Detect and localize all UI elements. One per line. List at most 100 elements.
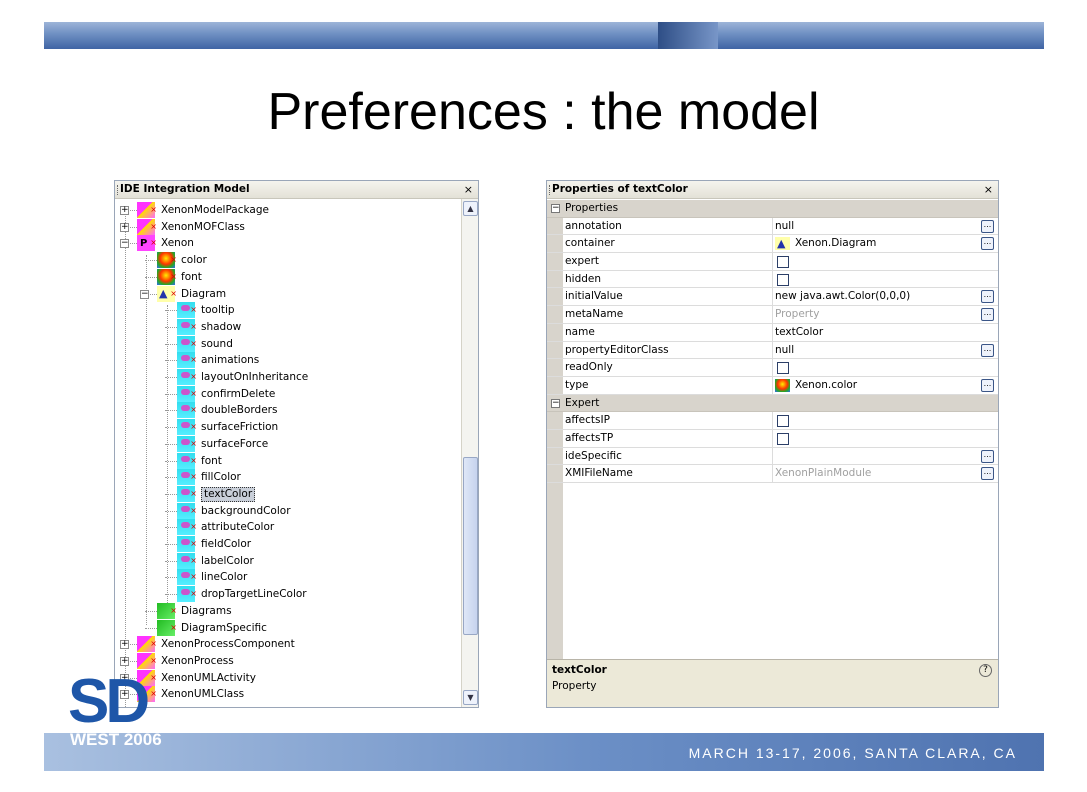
tree-node-confirmdelete[interactable]: × confirmDelete bbox=[115, 385, 455, 403]
tree-node-surfacefriction[interactable]: × surfaceFriction bbox=[115, 419, 455, 436]
property-checkbox[interactable] bbox=[777, 273, 789, 286]
property-icon: × bbox=[177, 586, 197, 603]
row-gutter bbox=[547, 412, 563, 429]
collapse-icon[interactable]: − bbox=[551, 398, 560, 408]
tree-node-xenonmodelpackage[interactable]: + × XenonModelPackage bbox=[115, 202, 455, 219]
expand-icon[interactable]: + bbox=[120, 640, 129, 650]
close-icon[interactable]: × bbox=[984, 181, 993, 198]
tree-node-label: Diagram bbox=[181, 287, 227, 300]
property-value[interactable]: new java.awt.Color(0,0,0) bbox=[775, 290, 910, 302]
tree-node-labelcolor[interactable]: × labelColor bbox=[115, 552, 455, 570]
property-row-idespecific[interactable]: ideSpecific... bbox=[547, 447, 998, 466]
ellipsis-button[interactable]: ... bbox=[981, 308, 994, 322]
tree-node-doubleborders[interactable]: × doubleBorders bbox=[115, 402, 455, 419]
ellipsis-button[interactable]: ... bbox=[981, 343, 994, 357]
property-row-hidden[interactable]: hidden bbox=[547, 270, 998, 289]
ellipsis-button[interactable]: ... bbox=[981, 449, 994, 463]
property-row-type[interactable]: type Xenon.color... bbox=[547, 376, 998, 395]
property-value[interactable]: Xenon.color bbox=[795, 379, 857, 391]
tree-node-label: lineColor bbox=[201, 571, 248, 584]
tree-connector-line bbox=[165, 477, 177, 479]
property-row-annotation[interactable]: annotation null... bbox=[547, 217, 998, 236]
category-expert[interactable]: − Expert bbox=[547, 394, 998, 413]
property-checkbox[interactable] bbox=[777, 362, 789, 375]
tree-node-backgroundcolor[interactable]: × backgroundColor bbox=[115, 502, 455, 520]
property-checkbox[interactable] bbox=[777, 256, 789, 269]
expand-icon[interactable]: + bbox=[120, 206, 129, 215]
tree-connector-line bbox=[165, 510, 177, 512]
tree-connector-line bbox=[165, 560, 177, 562]
tree-node-sound[interactable]: × sound bbox=[115, 335, 455, 353]
tree-connector-line bbox=[165, 493, 177, 495]
property-description-panel: textColor Property ? bbox=[547, 659, 998, 707]
ellipsis-button[interactable]: ... bbox=[981, 467, 994, 481]
tree-node-fieldcolor[interactable]: × fieldColor bbox=[115, 536, 455, 553]
tree-node-xenonmofclass[interactable]: + × XenonMOFClass bbox=[115, 218, 455, 236]
slide-top-bar bbox=[44, 22, 1044, 49]
error-mark-icon: × bbox=[190, 488, 197, 498]
property-row-name[interactable]: name textColor bbox=[547, 323, 998, 342]
tree-node-label: animations bbox=[201, 354, 260, 367]
tree-node-textcolor[interactable]: × textColor bbox=[115, 485, 455, 503]
tree-node-xenonprocesscomponent[interactable]: + × XenonProcessComponent bbox=[115, 636, 455, 653]
property-value[interactable]: null bbox=[775, 220, 794, 232]
ellipsis-button[interactable]: ... bbox=[981, 237, 994, 251]
collapse-icon[interactable]: − bbox=[140, 289, 149, 299]
error-mark-icon: × bbox=[150, 639, 157, 649]
tree-node-tooltip[interactable]: × tooltip bbox=[115, 302, 455, 319]
tree-connector-line bbox=[165, 377, 177, 378]
tree-connector-line bbox=[165, 544, 177, 545]
scrollbar-thumb[interactable] bbox=[463, 457, 478, 635]
tree-node-diagram[interactable]: − × Diagram bbox=[115, 285, 455, 303]
category-properties[interactable]: − Properties bbox=[547, 200, 998, 218]
tree-node-layoutoninheritance[interactable]: × layoutOnInheritance bbox=[115, 369, 455, 386]
property-value[interactable]: Xenon.Diagram bbox=[795, 237, 876, 249]
expand-icon[interactable]: + bbox=[120, 222, 129, 232]
scroll-up-icon[interactable]: ▲ bbox=[463, 201, 478, 216]
tree-node-diagramspecific[interactable]: × DiagramSpecific bbox=[115, 619, 455, 637]
ellipsis-button[interactable]: ... bbox=[981, 219, 994, 233]
property-checkbox[interactable] bbox=[777, 415, 789, 428]
tree-node-shadow[interactable]: × shadow bbox=[115, 318, 455, 336]
close-icon[interactable]: × bbox=[464, 181, 473, 198]
scroll-down-icon[interactable]: ▼ bbox=[463, 690, 478, 705]
property-row-expert[interactable]: expert bbox=[547, 253, 998, 271]
property-checkbox[interactable] bbox=[777, 432, 789, 445]
help-icon[interactable]: ? bbox=[979, 664, 992, 677]
tree-node-xenon[interactable]: − × Xenon bbox=[115, 235, 455, 252]
tree-node-linecolor[interactable]: × lineColor bbox=[115, 569, 455, 586]
property-row-affectsip[interactable]: affectsIP bbox=[547, 412, 998, 430]
tree-node-animations[interactable]: × animations bbox=[115, 352, 455, 369]
collapse-icon[interactable]: − bbox=[551, 204, 560, 213]
property-value[interactable]: Property bbox=[775, 308, 819, 320]
property-row-metaname[interactable]: metaName Property... bbox=[547, 306, 998, 324]
tree-node-fillcolor[interactable]: × fillColor bbox=[115, 469, 455, 486]
property-value[interactable]: null bbox=[775, 344, 794, 356]
tree-node-surfaceforce[interactable]: × surfaceForce bbox=[115, 435, 455, 453]
property-row-propertyeditorclass[interactable]: propertyEditorClass null... bbox=[547, 341, 998, 360]
property-icon: × bbox=[177, 335, 197, 352]
tree-node-droptargetlinecolor[interactable]: × dropTargetLineColor bbox=[115, 586, 455, 603]
tree-node-font[interactable]: × font bbox=[115, 268, 455, 286]
tree-node-xenonprocess[interactable]: + × XenonProcess bbox=[115, 652, 455, 670]
tree-node-attributecolor[interactable]: × attributeColor bbox=[115, 519, 455, 536]
ellipsis-button[interactable]: ... bbox=[981, 290, 994, 304]
tree-connector-line bbox=[165, 343, 177, 345]
property-row-affectstp[interactable]: affectsTP bbox=[547, 429, 998, 448]
property-row-readonly[interactable]: readOnly bbox=[547, 359, 998, 377]
row-gutter bbox=[547, 235, 563, 253]
tree-vertical-scrollbar[interactable]: ▲ ▼ bbox=[461, 199, 478, 707]
drag-grip-icon[interactable] bbox=[117, 185, 119, 195]
property-row-xmifilename[interactable]: XMIFileName XenonPlainModule... bbox=[547, 465, 998, 483]
collapse-icon[interactable]: − bbox=[120, 239, 129, 249]
property-row-initialvalue[interactable]: initialValue new java.awt.Color(0,0,0)... bbox=[547, 288, 998, 307]
tree-node-color[interactable]: × color bbox=[115, 252, 455, 269]
property-value[interactable]: XenonPlainModule bbox=[775, 467, 871, 479]
drag-grip-icon[interactable] bbox=[549, 185, 551, 195]
tree-node-font[interactable]: × font bbox=[115, 452, 455, 470]
property-value[interactable]: textColor bbox=[775, 326, 823, 338]
ellipsis-button[interactable]: ... bbox=[981, 378, 994, 392]
expand-icon[interactable]: + bbox=[120, 656, 129, 666]
property-row-container[interactable]: container Xenon.Diagram... bbox=[547, 235, 998, 254]
tree-node-diagrams[interactable]: × Diagrams bbox=[115, 602, 455, 620]
